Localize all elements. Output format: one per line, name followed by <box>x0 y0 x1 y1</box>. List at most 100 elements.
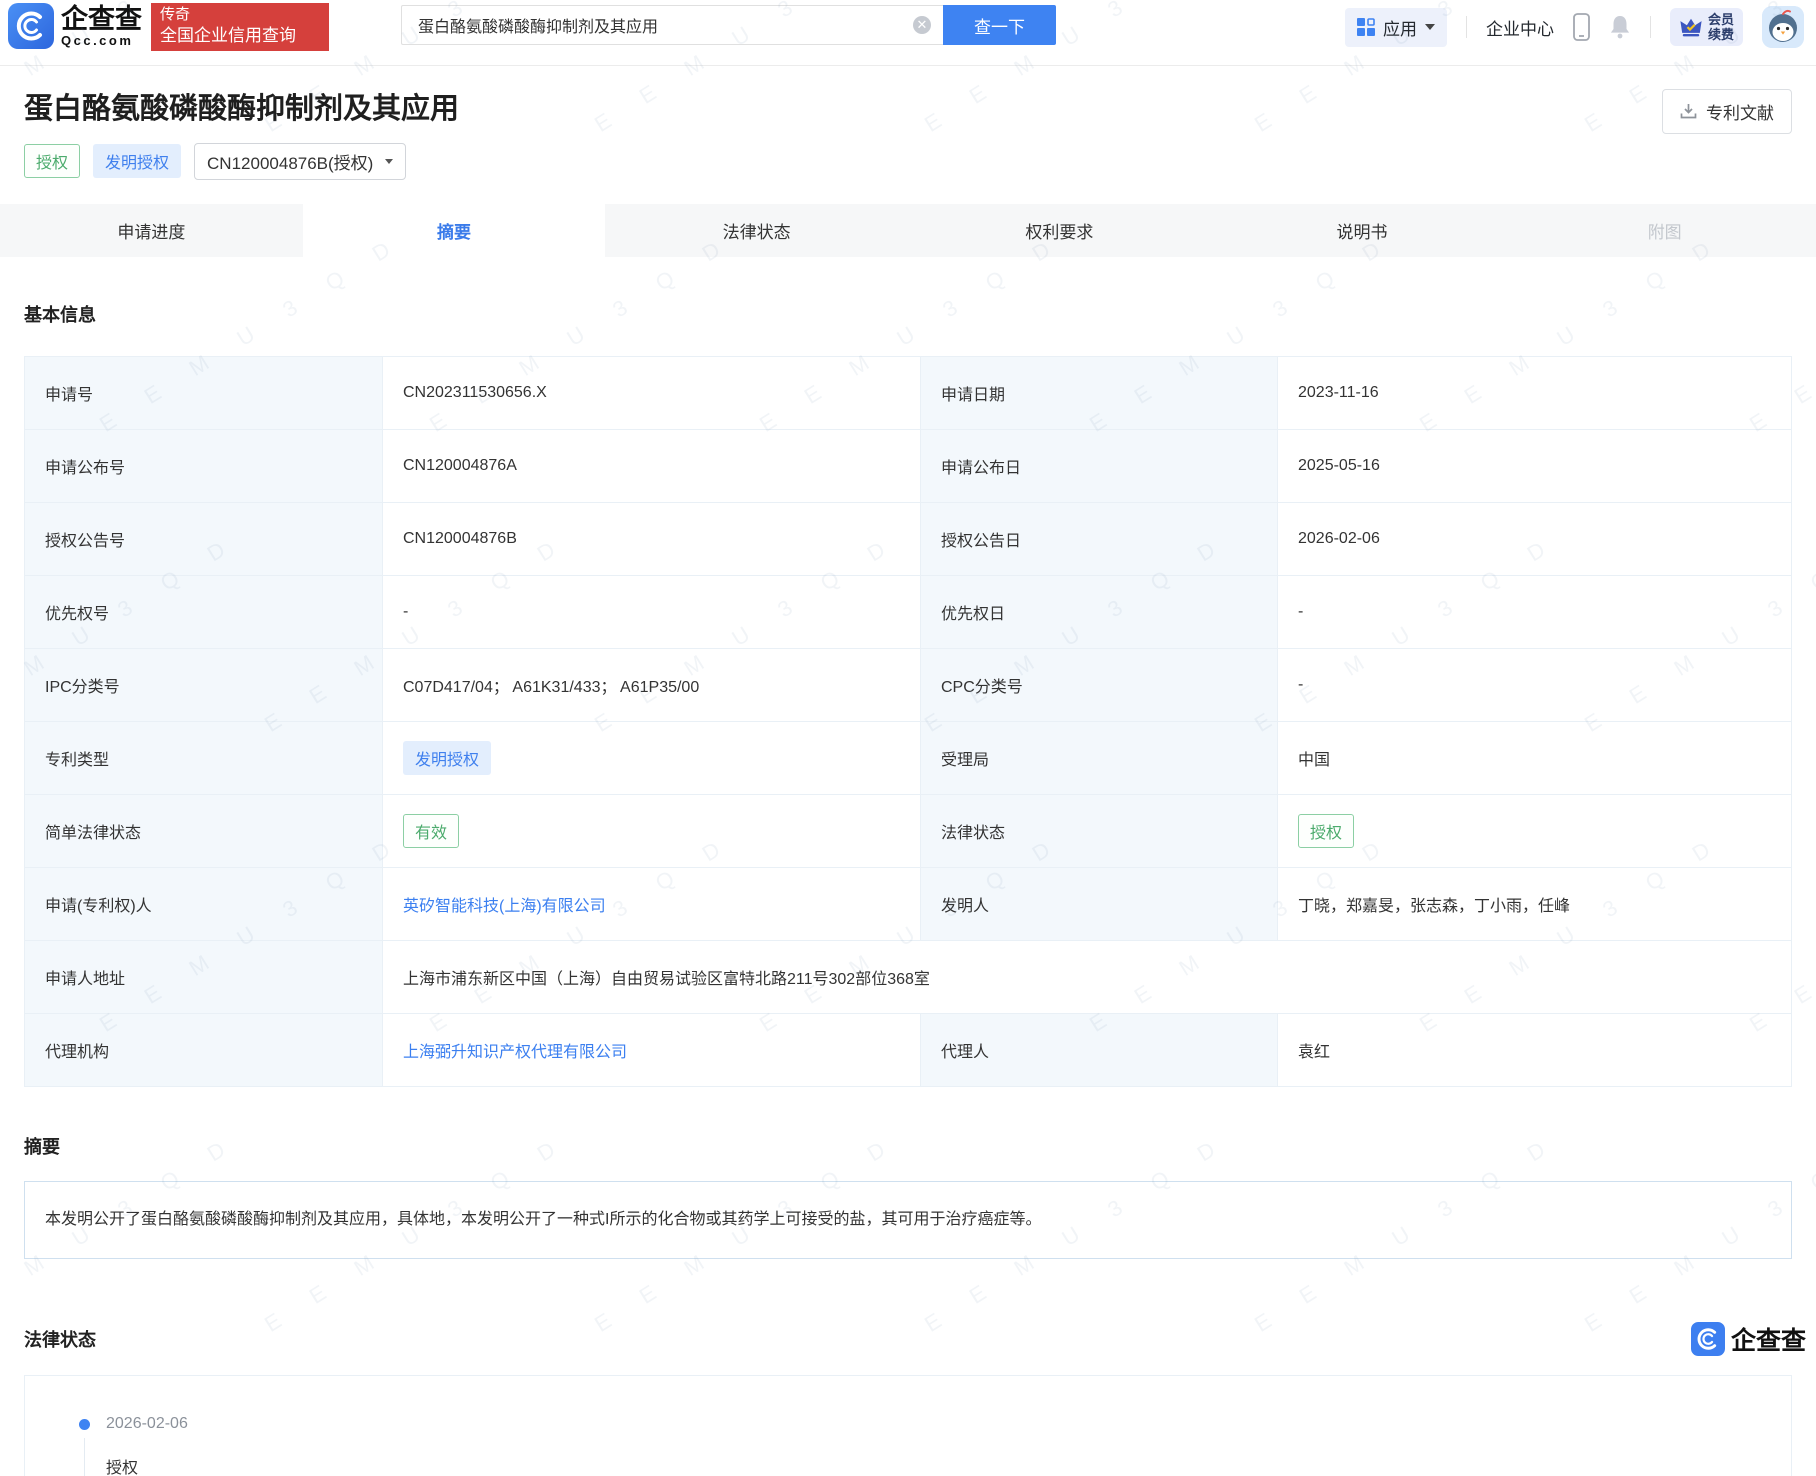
apps-grid-icon <box>1357 18 1375 36</box>
table-cell: 申请公布日 <box>921 430 1278 502</box>
basic-info-table: 申请号 CN202311530656.X 申请日期 2023-11-16 申请公… <box>24 356 1792 1087</box>
brand-name: 企查查 <box>61 5 142 33</box>
penguin-avatar-icon <box>1762 6 1804 48</box>
table-cell: 授权公告号 <box>25 503 383 575</box>
field-value: - <box>1298 603 1303 621</box>
table-cell: IPC分类号 <box>25 649 383 721</box>
table-row: 简单法律状态 有效 法律状态 授权 <box>25 795 1791 868</box>
field-value: CN120004876B <box>403 530 517 548</box>
search-group: 蛋白酪氨酸磷酸酶抑制剂及其应用 ✕ 查一下 <box>401 5 1056 45</box>
table-cell: - <box>1278 576 1791 648</box>
field-label: CPC分类号 <box>941 673 1023 697</box>
caret-down-icon <box>385 159 393 164</box>
brand-mark-label: 企查查 <box>1731 1321 1806 1357</box>
divider <box>1650 16 1651 38</box>
enterprise-center-link[interactable]: 企业中心 <box>1486 15 1554 40</box>
table-row: 申请人地址 上海市浦东新区中国（上海）自由贸易试验区富特北路211号302部位3… <box>25 941 1791 1014</box>
table-cell: 代理机构 <box>25 1014 383 1086</box>
header-right-nav: 应用 企业中心 <box>1345 4 1804 50</box>
inventors-value: 丁晓，郑嘉旻，张志森，丁小雨，任峰 <box>1298 892 1570 916</box>
abstract-heading: 摘要 <box>24 1133 1792 1159</box>
table-row: 代理机构 上海弼升知识产权代理有限公司 代理人 袁红 <box>25 1014 1791 1086</box>
agency-link[interactable]: 上海弼升知识产权代理有限公司 <box>403 1038 627 1062</box>
table-cell: 简单法律状态 <box>25 795 383 867</box>
tab-legal-status[interactable]: 法律状态 <box>605 204 908 257</box>
table-cell: 申请人地址 <box>25 941 383 1013</box>
field-label: 优先权号 <box>45 600 109 624</box>
promo-banner[interactable]: 传奇 全国企业信用查询 <box>151 3 329 51</box>
qcc-logo[interactable]: 企查查 Qcc.com <box>8 3 142 49</box>
field-label: 申请公布日 <box>941 454 1021 478</box>
qcc-logo-icon <box>8 3 54 49</box>
field-label: 代理人 <box>941 1038 989 1062</box>
field-value: 2023-11-16 <box>1298 384 1379 402</box>
timeline-event: 2026-02-06 授权 <box>79 1415 1791 1476</box>
legal-status-header-row: 法律状态 企查查 <box>24 1321 1792 1357</box>
vip-label-line1: 会员 <box>1708 12 1734 27</box>
promo-line2: 全国企业信用查询 <box>160 25 320 46</box>
field-label: 申请公布号 <box>45 454 125 478</box>
table-cell: 发明授权 <box>383 722 921 794</box>
notifications-bell-icon[interactable] <box>1609 15 1631 39</box>
table-cell: 申请日期 <box>921 357 1278 429</box>
tag-row: 授权 发明授权 CN120004876B(授权) <box>24 145 1792 177</box>
tab-abstract[interactable]: 摘要 <box>303 204 606 257</box>
download-icon <box>1680 103 1697 120</box>
promo-line1: 传奇 <box>160 6 320 25</box>
table-cell: 专利类型 <box>25 722 383 794</box>
table-cell: 受理局 <box>921 722 1278 794</box>
table-cell: - <box>1278 649 1791 721</box>
table-cell: 袁红 <box>1278 1014 1791 1086</box>
apps-label: 应用 <box>1383 15 1417 40</box>
field-label: 法律状态 <box>941 819 1005 843</box>
event-status: 授权 <box>106 1454 1791 1476</box>
table-cell: 优先权号 <box>25 576 383 648</box>
table-cell: CN202311530656.X <box>383 357 921 429</box>
field-label: 发明人 <box>941 892 989 916</box>
search-input-value: 蛋白酪氨酸磷酸酶抑制剂及其应用 <box>418 13 913 37</box>
tab-claims[interactable]: 权利要求 <box>908 204 1211 257</box>
table-row: 优先权号 - 优先权日 - <box>25 576 1791 649</box>
main-content: 基本信息 申请号 CN202311530656.X 申请日期 2023-11-1… <box>0 301 1816 1476</box>
table-cell: CPC分类号 <box>921 649 1278 721</box>
table-row: 申请号 CN202311530656.X 申请日期 2023-11-16 <box>25 357 1791 430</box>
status-badge: 授权 <box>24 144 80 178</box>
applicant-link[interactable]: 英矽智能科技(上海)有限公司 <box>403 892 606 916</box>
table-row: 专利类型 发明授权 受理局 中国 <box>25 722 1791 795</box>
validity-badge: 有效 <box>403 814 459 848</box>
applicant-address-value: 上海市浦东新区中国（上海）自由贸易试验区富特北路211号302部位368室 <box>403 965 930 989</box>
patent-document-button[interactable]: 专利文献 <box>1662 89 1792 134</box>
mobile-app-icon[interactable] <box>1573 13 1590 41</box>
field-value: 中国 <box>1298 746 1330 770</box>
tab-application-progress[interactable]: 申请进度 <box>0 204 303 257</box>
field-value: CN120004876A <box>403 457 517 475</box>
tab-specification[interactable]: 说明书 <box>1211 204 1514 257</box>
tab-drawings[interactable]: 附图 <box>1513 204 1816 257</box>
search-button[interactable]: 查一下 <box>943 5 1056 45</box>
field-label: 代理机构 <box>45 1038 109 1062</box>
agent-value: 袁红 <box>1298 1038 1330 1062</box>
table-row: 授权公告号 CN120004876B 授权公告日 2026-02-06 <box>25 503 1791 576</box>
table-cell: 2025-05-16 <box>1278 430 1791 502</box>
patent-document-label: 专利文献 <box>1706 99 1774 124</box>
table-cell: 申请号 <box>25 357 383 429</box>
caret-down-icon <box>1425 24 1435 30</box>
field-label: 申请号 <box>45 381 93 405</box>
vip-renew-button[interactable]: 会员 续费 <box>1670 8 1743 46</box>
table-cell: 申请公布号 <box>25 430 383 502</box>
clear-search-icon[interactable]: ✕ <box>913 16 931 34</box>
table-cell: CN120004876A <box>383 430 921 502</box>
apps-menu[interactable]: 应用 <box>1345 8 1447 47</box>
divider <box>1466 16 1467 38</box>
top-header: 企查查 Qcc.com 传奇 全国企业信用查询 蛋白酪氨酸磷酸酶抑制剂及其应用 … <box>0 0 1816 66</box>
vip-label-line2: 续费 <box>1708 27 1734 42</box>
user-avatar[interactable] <box>1762 6 1804 48</box>
field-value: CN202311530656.X <box>403 384 547 402</box>
event-date: 2026-02-06 <box>106 1415 1791 1433</box>
table-cell: 丁晓，郑嘉旻，张志森，丁小雨，任峰 <box>1278 868 1791 940</box>
field-label: 受理局 <box>941 746 989 770</box>
abstract-text-box: 本发明公开了蛋白酪氨酸磷酸酶抑制剂及其应用，具体地，本发明公开了一种式I所示的化… <box>24 1181 1792 1259</box>
search-input[interactable]: 蛋白酪氨酸磷酸酶抑制剂及其应用 ✕ <box>401 5 943 45</box>
field-label: 授权公告日 <box>941 527 1021 551</box>
patent-number-dropdown[interactable]: CN120004876B(授权) <box>194 143 406 180</box>
